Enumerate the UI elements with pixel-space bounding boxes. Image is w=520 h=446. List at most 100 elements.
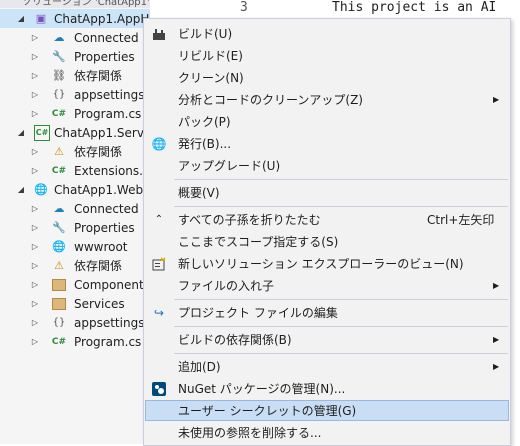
collapsed-arrow-icon[interactable]: ▷ [30,90,40,99]
tree-item-label: Connected Se [74,201,150,216]
menu-item-label: すべての子孫を折りたたむ [178,213,321,227]
json-file-icon: {} [52,317,66,328]
expanded-arrow-icon[interactable]: ◢ [16,14,26,23]
collapsed-arrow-icon[interactable]: ▷ [30,261,40,270]
nuget-icon [151,381,167,397]
tree-item-web-project[interactable]: ◢ 🌐 ChatApp1.Web [0,180,150,199]
menu-separator [174,353,508,354]
tree-item-program[interactable]: ▷ C# Program.cs [0,332,150,351]
menu-item-build[interactable]: ビルド(U) [145,23,509,44]
expanded-arrow-icon[interactable]: ◢ [16,128,26,137]
menu-item-label: 未使用の参照を削除する... [178,426,322,440]
json-file-icon: {} [52,89,66,100]
menu-item-label: プロジェクト ファイルの編集 [178,306,338,320]
collapsed-arrow-icon[interactable]: ▷ [30,33,40,42]
tree-item-properties[interactable]: ▷ 🔧 Properties [0,218,150,237]
collapsed-arrow-icon[interactable]: ▷ [30,71,40,80]
menu-item-label: ユーザー シークレットの管理(G) [178,404,357,418]
dependencies-warning-icon: ⚠ [54,259,64,272]
menu-item-scope-to-this[interactable]: ここまでスコープ指定する(S) [145,231,509,252]
code-line: This project is an AI [332,0,497,15]
tree-item-label: 依存関係 [74,69,123,83]
tree-item-connected-services[interactable]: ▷ ☁ Connected Se [0,199,150,218]
collapsed-arrow-icon[interactable]: ▷ [30,109,40,118]
menu-item-label: 分析とコードのクリーンアップ(Z) [178,93,363,107]
tree-item-dependencies[interactable]: ▷ ⛓ 依存関係 [0,66,150,85]
menu-item-upgrade[interactable]: アップグレード(U) [145,155,509,176]
menu-item-manage-nuget[interactable]: NuGet パッケージの管理(N)... [145,378,509,399]
tree-item-label: Components [74,277,150,292]
menu-item-edit-project-file[interactable]: ↪ プロジェクト ファイルの編集 [145,302,509,323]
tree-item-service-project[interactable]: ◢ C# ChatApp1.Service [0,123,150,142]
expanded-arrow-icon[interactable]: ◢ [16,185,26,194]
collapsed-arrow-icon[interactable]: ▷ [30,52,40,61]
tree-item-dependencies[interactable]: ▷ ⚠ 依存関係 [0,256,150,275]
tree-item-properties[interactable]: ▷ 🔧 Properties [0,47,150,66]
tree-item-label: wwwroot [74,239,128,254]
line-number: 3 [240,0,248,15]
menu-item-build-dependencies[interactable]: ビルドの依存関係(B) ▶ [145,329,509,350]
project-icon: ▣ [35,12,47,25]
collapsed-arrow-icon[interactable]: ▷ [30,204,40,213]
tree-item-label: Properties [74,49,135,64]
menu-item-remove-unused-references[interactable]: 未使用の参照を削除する... [145,422,509,443]
tree-item-label: Program.cs [74,334,142,349]
tree-item-appsettings[interactable]: ▷ {} appsettings.js [0,313,150,332]
submenu-arrow-icon: ▶ [493,281,500,290]
tree-item-wwwroot[interactable]: ▷ 🌐 wwwroot [0,237,150,256]
csharp-project-icon: C# [34,124,50,141]
menu-item-pack[interactable]: パック(P) [145,111,509,132]
tree-item-label: Services [74,296,125,311]
edit-project-icon: ↪ [153,305,165,320]
tree-item-label: ChatApp1.Web [54,182,144,197]
solution-header-label: ソリューション 'ChatApp1' (3 [22,0,150,8]
publish-icon: 🌐 [151,136,167,151]
collapsed-arrow-icon[interactable]: ▷ [30,223,40,232]
menu-item-add[interactable]: 追加(D) ▶ [145,356,509,377]
menu-item-label: NuGet パッケージの管理(N)... [178,382,346,396]
tree-item-label: ChatApp1.AppHost [54,11,150,26]
solution-header: ソリューション 'ChatApp1' (3 [0,0,150,8]
tree-item-label: ChatApp1.Service [54,125,150,140]
menu-item-rebuild[interactable]: リビルド(E) [145,45,509,66]
menu-item-label: ビルド(U) [178,27,233,41]
menu-item-clean[interactable]: クリーン(N) [145,67,509,88]
dependencies-warning-icon: ⚠ [54,145,64,158]
tree-item-label: Connected Se [74,30,150,45]
collapsed-arrow-icon[interactable]: ▷ [30,280,40,289]
collapsed-arrow-icon[interactable]: ▷ [30,299,40,308]
tree-item-dependencies[interactable]: ▷ ⚠ 依存関係 [0,142,150,161]
menu-item-overview[interactable]: 概要(V) [145,182,509,203]
properties-icon: 🔧 [52,221,66,234]
tree-item-label: 依存関係 [74,259,123,273]
menu-item-analyze-cleanup[interactable]: 分析とコードのクリーンアップ(Z) ▶ [145,89,509,110]
menu-separator [174,299,508,300]
collapsed-arrow-icon[interactable]: ▷ [30,242,40,251]
collapsed-arrow-icon[interactable]: ▷ [30,337,40,346]
csharp-file-icon: C# [51,336,67,347]
tree-item-services[interactable]: ▷ Services [0,294,150,313]
menu-item-label: クリーン(N) [178,71,244,85]
menu-item-publish[interactable]: 🌐 発行(B)... [145,133,509,154]
menu-separator [174,326,508,327]
tree-item-extensions[interactable]: ▷ C# Extensions.cs [0,161,150,180]
collapsed-arrow-icon[interactable]: ▷ [30,166,40,175]
tree-item-label: appsettings.js [74,315,150,330]
menu-item-collapse-all[interactable]: ⌃ すべての子孫を折りたたむ Ctrl+左矢印 [145,209,509,230]
menu-item-new-explorer-view[interactable]: 新しいソリューション エクスプローラーのビュー(N) [145,253,509,274]
menu-item-manage-user-secrets[interactable]: ユーザー シークレットの管理(G) [145,400,509,421]
tree-item-label: Properties [74,220,135,235]
tree-item-program[interactable]: ▷ C# Program.cs [0,104,150,123]
menu-item-label: ここまでスコープ指定する(S) [178,235,339,249]
menu-item-label: ビルドの依存関係(B) [178,333,292,347]
tree-item-apphost[interactable]: ◢ ▣ ChatApp1.AppHost [0,9,150,28]
tree-item-components[interactable]: ▷ Components [0,275,150,294]
tree-item-appsettings[interactable]: ▷ {} appsettings.js [0,85,150,104]
menu-item-file-nesting[interactable]: ファイルの入れ子 ▶ [145,275,509,296]
connected-services-icon: ☁ [53,202,65,215]
collapse-icon: ⌃ [154,214,164,225]
tree-item-connected-services[interactable]: ▷ ☁ Connected Se [0,28,150,47]
collapsed-arrow-icon[interactable]: ▷ [30,318,40,327]
collapsed-arrow-icon[interactable]: ▷ [30,147,40,156]
menu-separator [174,179,508,180]
